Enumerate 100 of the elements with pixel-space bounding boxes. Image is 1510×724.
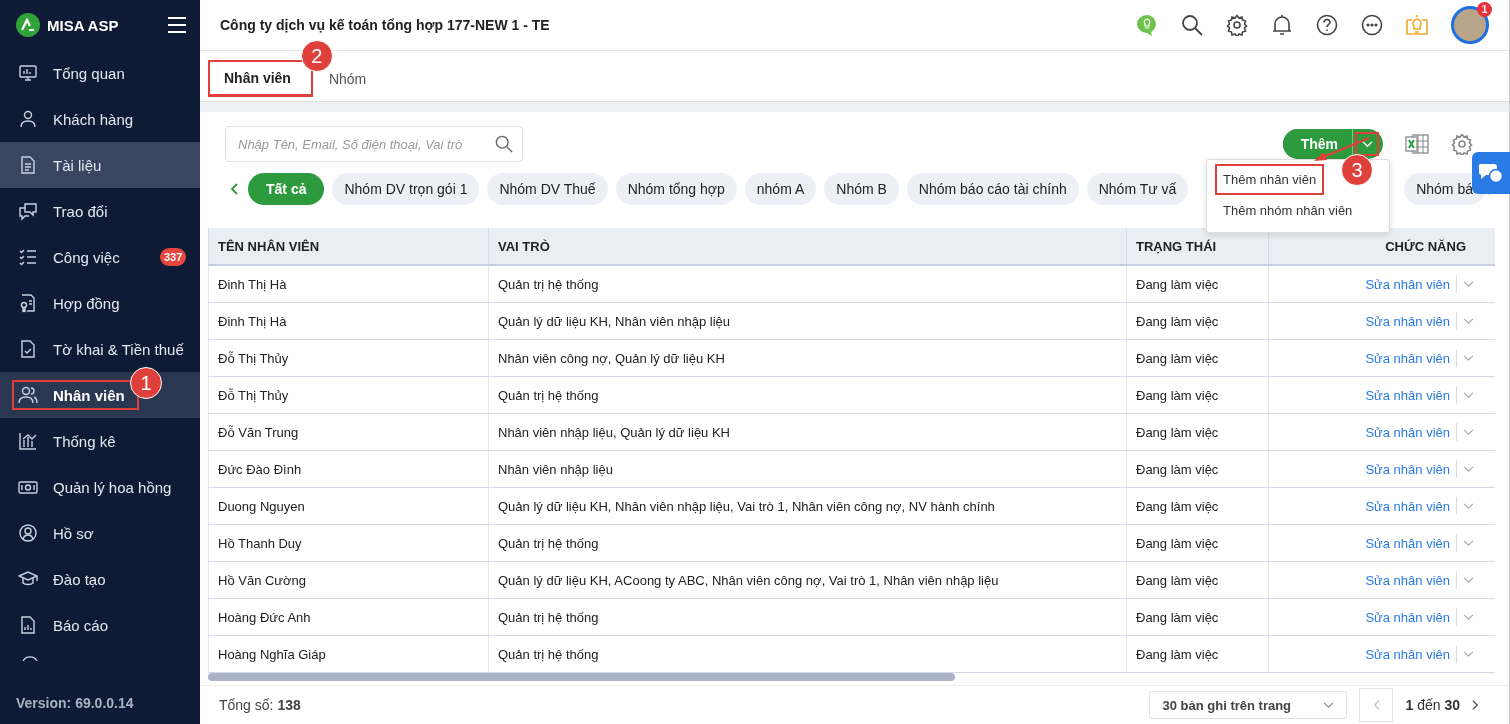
- sidebar-item[interactable]: Thống kê: [0, 418, 200, 464]
- sidebar-label: Nhân viên: [53, 386, 125, 404]
- edit-link[interactable]: Sửa nhân viên: [1365, 424, 1450, 440]
- sidebar-item[interactable]: Đào tạo: [0, 556, 200, 602]
- sidebar-item[interactable]: Hợp đồng: [0, 280, 200, 326]
- sidebar-item[interactable]: Báo cáo: [0, 602, 200, 648]
- sidebar-item[interactable]: Tổng quan: [0, 50, 200, 96]
- edit-link[interactable]: Sửa nhân viên: [1365, 535, 1450, 551]
- table-cell: Nhân viên nhập liệu, Quản lý dữ liệu KH: [488, 414, 1126, 450]
- table-cell: Đang làm việc: [1126, 636, 1268, 672]
- chevron-down-icon[interactable]: [1463, 391, 1474, 399]
- sidebar-label: Trao đổi: [53, 202, 108, 220]
- chevron-down-icon[interactable]: [1463, 576, 1474, 584]
- table-cell: Đỗ Thị Thủy: [208, 340, 488, 376]
- chevron-down-icon[interactable]: [1463, 539, 1474, 547]
- table-cell: Hồ Thanh Duy: [208, 525, 488, 561]
- filter-chip[interactable]: Nhóm Tư vấ: [1086, 173, 1189, 205]
- menu-item[interactable]: Thêm nhân viên: [1215, 164, 1325, 195]
- sidebar-label: Tổng quan: [53, 64, 125, 82]
- sidebar-label: Hợp đồng: [53, 294, 120, 312]
- chevron-down-icon[interactable]: [1463, 280, 1474, 288]
- page-size-select[interactable]: 30 bản ghi trên trang: [1149, 691, 1348, 719]
- bell-icon[interactable]: [1271, 14, 1293, 36]
- help-icon[interactable]: [1316, 14, 1338, 36]
- search-icon[interactable]: [1181, 14, 1203, 36]
- filter-chip[interactable]: Nhóm B: [824, 173, 899, 205]
- table-cell: Đang làm việc: [1126, 525, 1268, 561]
- menu-item[interactable]: Thêm nhóm nhân viên: [1215, 195, 1361, 226]
- notification-badge: 1: [1477, 2, 1492, 17]
- sidebar-item[interactable]: Tài liệu: [0, 142, 200, 188]
- dropdown-toggle[interactable]: [1355, 132, 1379, 156]
- table-cell: Duong Nguyen: [208, 488, 488, 524]
- brand-name: MISA ASP: [47, 16, 119, 34]
- table-cell: Quản trị hệ thống: [488, 266, 1126, 302]
- column-header: TRẠNG THÁI: [1126, 228, 1268, 264]
- filter-chip[interactable]: nhóm A: [744, 173, 817, 205]
- sidebar-item[interactable]: Hồ sơ: [0, 510, 200, 556]
- table-cell: Hoàng Nghĩa Giáp: [208, 636, 488, 672]
- count-badge: 337: [160, 248, 187, 266]
- edit-link[interactable]: Sửa nhân viên: [1365, 387, 1450, 403]
- table-cell: Hồ Văn Cường: [208, 562, 488, 598]
- chevron-down-icon: [1323, 701, 1335, 709]
- previous-page-button[interactable]: [1359, 688, 1394, 722]
- step-marker: 3: [1341, 154, 1373, 186]
- filter-chip[interactable]: Nhóm DV Thuế: [487, 173, 608, 205]
- chevron-left-icon[interactable]: [230, 183, 238, 195]
- edit-link[interactable]: Sửa nhân viên: [1365, 498, 1450, 514]
- step-marker: 2: [300, 40, 333, 72]
- list-icon: [18, 247, 38, 267]
- table-cell: Đang làm việc: [1126, 451, 1268, 487]
- settings-icon[interactable]: [1226, 14, 1248, 36]
- search-field[interactable]: Nhập Tên, Email, Số điện thoại, Vai trò: [225, 126, 523, 162]
- edit-link[interactable]: Sửa nhân viên: [1365, 313, 1450, 329]
- table-cell: Đức Đào Đình: [208, 451, 488, 487]
- edit-link[interactable]: Sửa nhân viên: [1365, 609, 1450, 625]
- edit-link[interactable]: Sửa nhân viên: [1365, 572, 1450, 588]
- edit-link[interactable]: Sửa nhân viên: [1365, 350, 1450, 366]
- chevron-down-icon[interactable]: [1463, 354, 1474, 362]
- sidebar-item[interactable]: Khách hàng: [0, 96, 200, 142]
- add-button[interactable]: Thêm: [1282, 129, 1353, 159]
- more-icon[interactable]: [1361, 14, 1383, 36]
- chevron-down-icon[interactable]: [1463, 613, 1474, 621]
- edit-link[interactable]: Sửa nhân viên: [1365, 646, 1450, 662]
- doccheck-icon: [18, 339, 38, 359]
- filter-chip[interactable]: Nhóm DV trọn gói 1: [332, 173, 480, 205]
- chevron-down-icon[interactable]: [1463, 317, 1474, 325]
- filter-chip[interactable]: Nhóm báo cáo tài chính: [906, 173, 1079, 205]
- chevron-down-icon[interactable]: [1463, 650, 1474, 658]
- chevron-down-icon[interactable]: [1463, 502, 1474, 510]
- idea-chat-icon[interactable]: [1136, 14, 1158, 36]
- table-cell: Quản lý dữ liệu KH, Nhân viên nhập liệu, Vai trò 1, Nhân viên công nợ, NV hành chính: [488, 488, 1126, 524]
- chevron-down-icon[interactable]: [1463, 465, 1474, 473]
- page-range: 1 đến 30: [1405, 697, 1460, 713]
- partial-icon: [20, 655, 40, 661]
- chat-button[interactable]: [1472, 152, 1510, 194]
- profile-icon: [18, 523, 38, 543]
- table-cell: Đinh Thị Hà: [208, 266, 488, 302]
- sidebar-label: Tài liệu: [53, 156, 102, 174]
- table-cell: Đỗ Văn Trung: [208, 414, 488, 450]
- sidebar-item[interactable]: Công việc 337: [0, 234, 200, 280]
- chevron-down-icon[interactable]: [1463, 428, 1474, 436]
- search-icon: [495, 135, 513, 153]
- sidebar-label: Thống kê: [53, 432, 116, 450]
- next-page-icon[interactable]: [1472, 699, 1479, 711]
- total-count: Tổng số: 138: [219, 697, 301, 713]
- lightbulb-book-icon[interactable]: [1406, 14, 1428, 36]
- filter-chip[interactable]: Nhóm tổng hợp: [615, 173, 737, 205]
- scrollbar[interactable]: [208, 673, 955, 681]
- person-icon: [18, 109, 38, 129]
- edit-link[interactable]: Sửa nhân viên: [1365, 276, 1450, 292]
- sidebar-item[interactable]: Trao đổi: [0, 188, 200, 234]
- table-cell: Đang làm việc: [1126, 562, 1268, 598]
- chevron-down-icon: [1361, 140, 1373, 148]
- doc-icon: [18, 155, 38, 175]
- filter-chip[interactable]: Tất cả: [248, 173, 325, 205]
- excel-icon[interactable]: [1405, 133, 1429, 155]
- edit-link[interactable]: Sửa nhân viên: [1365, 461, 1450, 477]
- menu-icon[interactable]: [168, 17, 186, 33]
- sidebar-item[interactable]: Quản lý hoa hồng: [0, 464, 200, 510]
- table-cell: Đang làm việc: [1126, 488, 1268, 524]
